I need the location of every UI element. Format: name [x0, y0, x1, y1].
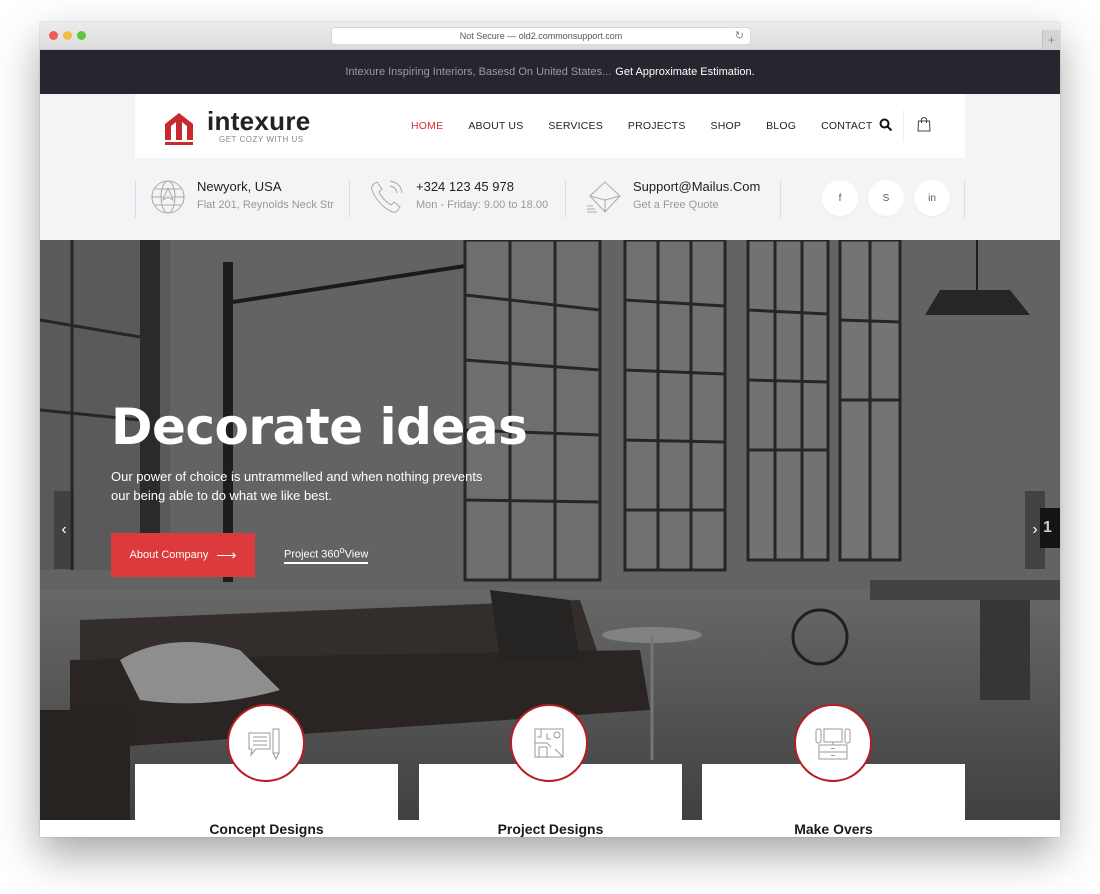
contact-info-row: Newyork, USA Flat 201, Reynolds Neck Str… [135, 168, 965, 228]
feature-title: Project Designs [497, 821, 604, 837]
maximize-window-button[interactable] [77, 31, 86, 40]
contact-divider [135, 180, 136, 218]
nav-home[interactable]: HOME [411, 120, 443, 132]
feature-title: Concept Designs [209, 821, 324, 837]
facebook-icon[interactable]: f [822, 180, 858, 216]
phone-number[interactable]: +324 123 45 978 [416, 178, 548, 196]
announcement-bar: Intexure Inspiring Interiors, Basesd On … [40, 50, 1060, 94]
minimize-window-button[interactable] [63, 31, 72, 40]
slider-prev-button[interactable]: ‹ [54, 491, 74, 569]
main-navbar: intexure GET COZY WITH US HOME ABOUT US … [135, 94, 965, 158]
project-360-label: Project 360 [284, 548, 340, 561]
logo-tagline: GET COZY WITH US [219, 135, 304, 144]
arrow-right-icon: ⟶ [216, 546, 237, 563]
contact-divider [780, 180, 781, 218]
globe-icon [151, 180, 185, 214]
contact-divider [349, 180, 350, 218]
chevron-right-icon: › [1032, 521, 1038, 538]
phone-icon [371, 180, 403, 213]
estimation-link[interactable]: Get Approximate Estimation. [615, 66, 754, 78]
feature-icon-circle [794, 704, 872, 782]
search-icon[interactable] [879, 118, 893, 132]
address-bar[interactable]: Not Secure — old2.commonsupport.com ↻ [332, 28, 750, 44]
nav-blog[interactable]: BLOG [766, 120, 796, 132]
project-360-view-link[interactable]: Project 360oView [284, 545, 369, 564]
email-address[interactable]: Support@Mailus.Com [633, 178, 760, 196]
nav-shop[interactable]: SHOP [711, 120, 742, 132]
floor-plan-icon [534, 728, 564, 758]
skype-icon[interactable]: S [868, 180, 904, 216]
announcement-text: Intexure Inspiring Interiors, Basesd On … [345, 66, 612, 78]
project-360-suffix: View [344, 548, 369, 561]
tv-cabinet-icon [815, 728, 851, 760]
about-company-button[interactable]: About Company ⟶ [111, 533, 255, 577]
feature-icon-circle [227, 704, 305, 782]
location-title: Newyork, USA [197, 179, 282, 194]
slide-number: 1 [1040, 508, 1060, 548]
location-address: Flat 201, Reynolds Neck Str [197, 199, 334, 211]
contact-phone: +324 123 45 978 Mon - Friday: 9.00 to 18… [368, 178, 548, 216]
new-tab-button[interactable]: + [1042, 30, 1060, 50]
address-text: Not Secure — old2.commonsupport.com [459, 31, 623, 41]
browser-titlebar: Not Secure — old2.commonsupport.com ↻ + [40, 22, 1060, 50]
hero-title: Decorate ideas [111, 398, 528, 456]
nav-divider [903, 110, 904, 142]
concept-design-icon [248, 728, 280, 761]
shopping-bag-icon[interactable] [917, 116, 931, 132]
close-window-button[interactable] [49, 31, 58, 40]
reload-icon[interactable]: ↻ [735, 29, 744, 42]
phone-hours: Mon - Friday: 9.00 to 18.00 [416, 199, 549, 211]
free-quote-link[interactable]: Get a Free Quote [633, 199, 760, 211]
linkedin-icon[interactable]: in [914, 180, 950, 216]
nav-projects[interactable]: PROJECTS [628, 120, 686, 132]
feature-title: Make Overs [794, 821, 873, 837]
nav-services[interactable]: SERVICES [548, 120, 603, 132]
contact-divider [565, 180, 566, 218]
nav-contact[interactable]: CONTACT [821, 120, 872, 132]
contact-divider [964, 180, 965, 218]
envelope-icon [587, 181, 621, 213]
chevron-left-icon: ‹ [61, 521, 67, 538]
contact-location: Newyork, USA Flat 201, Reynolds Neck Str [149, 178, 334, 216]
logo[interactable]: intexure GET COZY WITH US [163, 108, 311, 146]
feature-icon-circle [510, 704, 588, 782]
logo-name: intexure [207, 106, 311, 136]
hero-description: Our power of choice is untrammelled and … [111, 469, 483, 503]
nav-about-us[interactable]: ABOUT US [468, 120, 523, 132]
main-nav: HOME ABOUT US SERVICES PROJECTS SHOP BLO… [411, 94, 897, 158]
contact-email: Support@Mailus.Com Get a Free Quote [585, 178, 760, 216]
house-icon [165, 113, 193, 145]
about-company-label: About Company [129, 549, 209, 561]
